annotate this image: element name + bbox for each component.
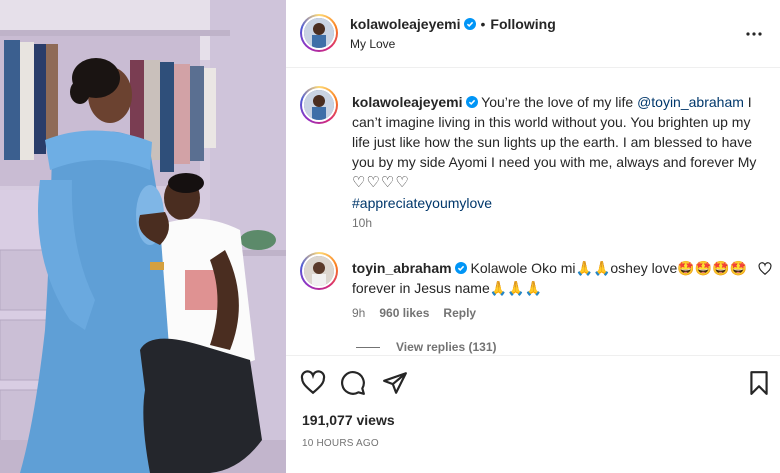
comment-reply-button[interactable]: Reply [443,306,476,320]
commenter-username[interactable]: toyin_abraham [352,260,452,276]
post-details-panel: kolawoleajeyemi • Following My Love kolawo… [286,0,780,473]
comment-like-icon[interactable] [758,262,772,276]
commenter-avatar[interactable] [300,252,338,290]
comment-likes-count[interactable]: 960 likes [379,306,429,320]
verified-icon [463,18,476,30]
following-button[interactable]: Following [490,16,555,32]
post-subtitle[interactable]: My Love [350,37,395,51]
like-heart-icon[interactable] [300,370,326,396]
view-replies-rule [356,347,380,349]
comment-timestamp[interactable]: 9h [352,306,365,320]
more-options-icon[interactable] [744,24,764,44]
caption-username[interactable]: kolawoleajeyemi [352,94,463,110]
caption-hearts: ♡♡♡♡ [352,174,410,191]
post-header: kolawoleajeyemi • Following My Love [286,0,780,68]
comment-text: toyin_abraham Kolawole Oko mi🙏🙏oshey lov… [352,258,752,298]
comment-meta: 9h 960 likes Reply [352,306,490,320]
save-icon[interactable] [746,370,772,396]
comment-icon[interactable] [340,370,366,396]
caption-body-start: You’re the love of my life [477,94,638,110]
caption-author-avatar[interactable] [300,86,338,124]
post-actions: 191,077 views 10 HOURS AGO [286,355,780,473]
post-age[interactable]: 10 HOURS AGO [302,438,379,449]
view-replies-label: View replies (131) [396,340,497,354]
comments-section: kolawoleajeyemi You’re the love of my li… [286,68,780,368]
separator-dot: • [480,16,486,32]
view-replies-button[interactable]: View replies (131) [356,340,497,354]
author-line: kolawoleajeyemi • Following [350,16,556,32]
post-photo-image [0,0,286,473]
caption-timestamp[interactable]: 10h [352,216,372,230]
verified-icon [465,96,478,108]
post-photo[interactable] [0,0,286,473]
verified-icon [454,262,467,274]
caption-hashtag-link[interactable]: #appreciateyoumylove [352,195,492,211]
author-username[interactable]: kolawoleajeyemi [350,16,461,32]
caption-text: kolawoleajeyemi You’re the love of my li… [352,92,766,213]
views-count[interactable]: 191,077 views [302,412,395,428]
share-icon[interactable] [382,370,408,396]
author-avatar[interactable] [300,14,338,52]
caption-mention-link[interactable]: @toyin_abraham [637,94,744,110]
